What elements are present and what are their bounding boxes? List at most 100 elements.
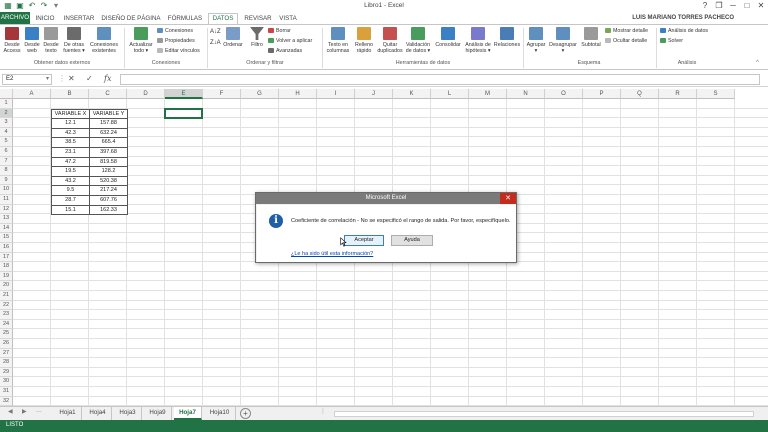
row-header[interactable]: 23 — [0, 310, 13, 320]
column-header[interactable]: P — [583, 89, 621, 99]
row-header[interactable]: 18 — [0, 262, 13, 272]
group-button[interactable]: Agrupar ▾ — [525, 27, 547, 54]
existing-connections-button[interactable]: Conexiones existentes — [89, 27, 119, 54]
sheet-tab[interactable]: Hoja7 — [174, 407, 202, 420]
table-cell-y[interactable]: 162.33 — [89, 204, 128, 216]
column-header[interactable]: Q — [621, 89, 659, 99]
row-header[interactable]: 19 — [0, 271, 13, 282]
cancel-icon[interactable]: ✕ — [68, 74, 75, 84]
row-header[interactable]: 32 — [0, 396, 13, 407]
sort-az-button[interactable]: A↓Z — [210, 29, 221, 36]
row-header[interactable]: 10 — [0, 185, 13, 195]
row-header[interactable]: 29 — [0, 367, 13, 378]
consolidate-button[interactable]: Consolidar — [433, 27, 463, 48]
column-header[interactable]: E — [165, 89, 203, 99]
column-header[interactable]: B — [51, 89, 89, 99]
column-header[interactable]: F — [203, 89, 241, 99]
row-header[interactable]: 25 — [0, 329, 13, 339]
feedback-link[interactable]: ¿Le ha sido útil esta información? — [291, 251, 373, 257]
data-validation-button[interactable]: Validación de datos ▾ — [404, 27, 432, 54]
row-header[interactable]: 7 — [0, 156, 13, 167]
tab-revisar[interactable]: REVISAR — [242, 14, 274, 24]
row-header[interactable]: 1 — [0, 99, 13, 109]
more-sheets-icon[interactable]: … — [36, 408, 42, 414]
insert-function-icon[interactable]: fx — [104, 74, 111, 84]
row-header[interactable]: 30 — [0, 377, 13, 387]
edit-links-button[interactable]: Editar vínculos — [157, 48, 200, 55]
new-sheet-icon[interactable]: + — [240, 408, 251, 419]
sheet-tab[interactable]: Hoja10 — [204, 407, 236, 420]
tab-archivo[interactable]: ARCHIVO — [0, 12, 30, 24]
column-header[interactable]: R — [659, 89, 697, 99]
advanced-filter-button[interactable]: Avanzadas — [268, 48, 302, 55]
column-header[interactable]: M — [469, 89, 507, 99]
column-header[interactable]: O — [545, 89, 583, 99]
row-header[interactable]: 12 — [0, 204, 13, 215]
column-header[interactable]: J — [355, 89, 393, 99]
row-header[interactable]: 8 — [0, 166, 13, 176]
row-header[interactable]: 24 — [0, 319, 13, 330]
row-header[interactable]: 31 — [0, 387, 13, 397]
enter-icon[interactable]: ✓ — [86, 74, 93, 84]
subtotal-button[interactable]: Subtotal — [579, 27, 603, 48]
column-header[interactable]: A — [13, 89, 51, 99]
row-header[interactable]: 27 — [0, 348, 13, 359]
solver-button[interactable]: Solver — [660, 38, 683, 45]
data-analysis-button[interactable]: Análisis de datos — [660, 28, 708, 35]
tab-insertar[interactable]: INSERTAR — [62, 14, 96, 24]
sheet-tab[interactable]: Hoja3 — [114, 407, 142, 420]
tab-inicio[interactable]: INICIO — [32, 14, 58, 24]
from-web-button[interactable]: Desde web — [23, 27, 41, 54]
column-header[interactable]: C — [89, 89, 127, 99]
row-header[interactable]: 15 — [0, 233, 13, 243]
row-header[interactable]: 5 — [0, 137, 13, 147]
name-box[interactable]: E2 ▾ — [2, 74, 52, 85]
reapply-button[interactable]: Volver a aplicar — [268, 38, 312, 45]
sort-button[interactable]: Ordenar — [222, 27, 244, 48]
maximize-button[interactable]: □ — [740, 0, 754, 12]
text-to-columns-button[interactable]: Texto en columnas — [324, 27, 352, 54]
column-header[interactable]: K — [393, 89, 431, 99]
hide-detail-button[interactable]: Ocultar detalle — [605, 38, 647, 45]
sheet-tab[interactable]: Hoja9 — [144, 407, 172, 420]
accept-button[interactable]: Aceptar — [344, 235, 384, 246]
row-header[interactable]: 4 — [0, 127, 13, 138]
row-header[interactable]: 9 — [0, 175, 13, 186]
tab-diseno-pagina[interactable]: DISEÑO DE PÁGINA — [100, 14, 162, 24]
row-header[interactable]: 21 — [0, 291, 13, 301]
column-header[interactable]: G — [241, 89, 279, 99]
row-header[interactable]: 16 — [0, 243, 13, 253]
prev-sheet-icon[interactable]: ◀ — [8, 408, 13, 415]
from-text-button[interactable]: Desde texto — [42, 27, 60, 54]
column-header[interactable]: L — [431, 89, 469, 99]
sheet-options-icon[interactable]: ⋮ — [320, 408, 326, 415]
ungroup-button[interactable]: Desagrupar ▾ — [547, 27, 579, 54]
user-name[interactable]: LUIS MARIANO TORRES PACHECO — [632, 15, 734, 21]
row-header[interactable]: 26 — [0, 339, 13, 349]
remove-duplicates-button[interactable]: Quitar duplicados — [376, 27, 404, 54]
sort-za-button[interactable]: Z↓A — [210, 40, 221, 47]
row-header[interactable]: 2 — [0, 108, 13, 119]
row-header[interactable]: 17 — [0, 252, 13, 263]
tab-datos[interactable]: DATOS — [208, 13, 238, 24]
help-button[interactable]: ? — [698, 0, 712, 12]
clear-filter-button[interactable]: Borrar — [268, 28, 291, 35]
table-cell-x[interactable]: 15.1 — [51, 204, 90, 216]
horizontal-scrollbar[interactable] — [334, 411, 754, 417]
row-header[interactable]: 20 — [0, 281, 13, 291]
filter-button[interactable]: Filtro — [248, 27, 266, 48]
relationships-button[interactable]: Relaciones — [493, 27, 521, 48]
column-header[interactable]: N — [507, 89, 545, 99]
from-access-button[interactable]: Desde Access — [2, 27, 22, 54]
tab-formulas[interactable]: FÓRMULAS — [166, 14, 204, 24]
sheet-tab[interactable]: Hoja4 — [84, 407, 112, 420]
dialog-close-icon[interactable]: ✕ — [500, 193, 516, 204]
column-header[interactable]: D — [127, 89, 165, 99]
sheet-tab[interactable]: Hoja1 — [54, 407, 82, 420]
what-if-button[interactable]: Análisis de hipótesis ▾ — [463, 27, 493, 54]
row-header[interactable]: 6 — [0, 147, 13, 157]
flash-fill-button[interactable]: Relleno rápido — [352, 27, 376, 54]
formula-input[interactable] — [120, 74, 760, 85]
ribbon-display-button[interactable]: ❐ — [712, 0, 726, 12]
row-header[interactable]: 11 — [0, 195, 13, 205]
